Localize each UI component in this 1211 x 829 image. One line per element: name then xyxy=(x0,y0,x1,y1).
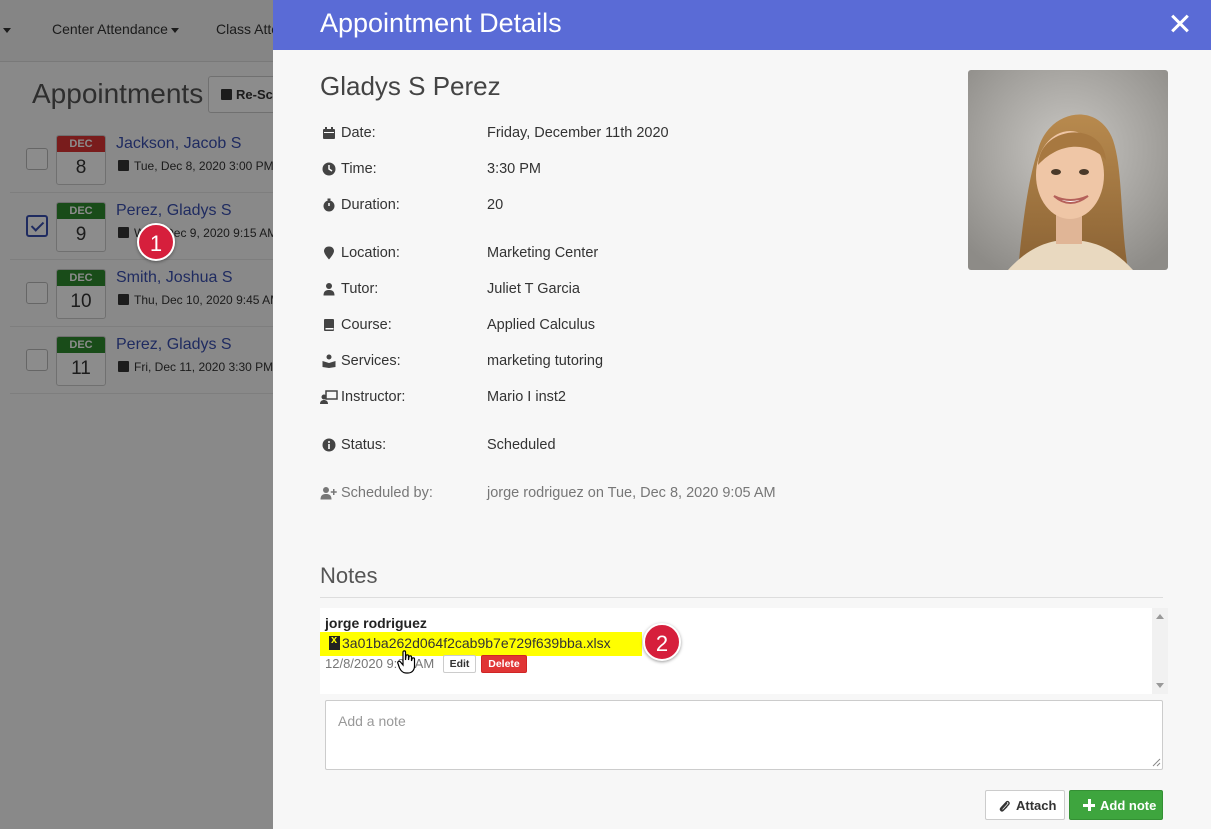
scroll-down-icon[interactable] xyxy=(1156,683,1164,688)
detail-instructor: Instructor: Mario I inst2 xyxy=(320,389,920,411)
attach-label: Attach xyxy=(1016,798,1057,813)
detail-label: Course: xyxy=(341,317,392,333)
detail-value: Juliet T Garcia xyxy=(487,281,580,297)
detail-value: marketing tutoring xyxy=(487,353,604,369)
detail-value: 3:30 PM xyxy=(487,161,541,177)
info-icon xyxy=(322,438,336,452)
student-photo xyxy=(968,70,1168,270)
detail-value: Applied Calculus xyxy=(487,317,596,333)
notes-heading: Notes xyxy=(320,563,378,588)
callout-badge-1: 1 xyxy=(137,223,175,261)
location-pin-icon xyxy=(324,246,334,260)
detail-value: Scheduled xyxy=(487,437,556,453)
add-note-input[interactable] xyxy=(325,700,1163,770)
calendar-icon xyxy=(323,127,335,139)
clock-icon xyxy=(322,162,336,176)
notes-list: jorge rodriguez 3a01ba262d064f2cab9b7e72… xyxy=(320,608,1168,694)
detail-label: Instructor: xyxy=(341,389,406,405)
student-name: Gladys S Perez xyxy=(320,71,501,101)
detail-date: Date: Friday, December 11th 2020 xyxy=(320,125,920,147)
services-icon xyxy=(322,354,336,368)
resize-grip-icon[interactable] xyxy=(1151,757,1161,767)
modal-title: Appointment Details xyxy=(320,8,562,38)
note-timestamp: 12/8/2020 9:05 AM xyxy=(325,656,435,671)
detail-duration: Duration: 20 xyxy=(320,197,920,219)
detail-value: Friday, December 11th 2020 xyxy=(487,125,669,141)
appointment-details-modal: Appointment Details Gladys S Perez Date:… xyxy=(273,0,1211,829)
close-icon[interactable] xyxy=(1165,9,1195,39)
callout-badge-2: 2 xyxy=(643,623,681,661)
scroll-up-icon[interactable] xyxy=(1156,614,1164,619)
detail-label: Location: xyxy=(341,245,400,261)
plus-icon xyxy=(1083,799,1095,811)
hand-cursor-icon xyxy=(397,650,416,674)
add-note-label: Add note xyxy=(1100,798,1157,813)
detail-label: Services: xyxy=(341,353,401,369)
attach-button[interactable]: Attach xyxy=(985,790,1065,820)
detail-location: Location: Marketing Center xyxy=(320,245,920,267)
detail-label: Time: xyxy=(341,161,377,177)
detail-value: jorge rodriguez on Tue, Dec 8, 2020 9:05… xyxy=(487,485,776,501)
detail-label: Duration: xyxy=(341,197,400,213)
note-attachment-link[interactable]: 3a01ba262d064f2cab9b7e729f639bba.xlsx xyxy=(320,632,642,656)
edit-note-button[interactable]: Edit xyxy=(443,655,476,673)
notes-scrollbar[interactable] xyxy=(1152,608,1168,694)
detail-value: Mario I inst2 xyxy=(487,389,566,405)
delete-note-button[interactable]: Delete xyxy=(481,655,527,673)
stopwatch-icon xyxy=(323,198,335,212)
detail-label: Status: xyxy=(341,437,387,453)
instructor-icon xyxy=(320,390,338,404)
detail-status: Status: Scheduled xyxy=(320,437,920,459)
paperclip-icon xyxy=(999,800,1010,812)
detail-tutor: Tutor: Juliet T Garcia xyxy=(320,281,920,303)
user-plus-icon xyxy=(320,487,337,500)
detail-label: Date: xyxy=(341,125,376,141)
tutor-icon xyxy=(323,283,335,296)
modal-header: Appointment Details xyxy=(273,0,1211,50)
add-note-button[interactable]: Add note xyxy=(1069,790,1163,820)
detail-value: 20 xyxy=(487,197,504,213)
detail-services: Services: marketing tutoring xyxy=(320,353,920,375)
detail-label: Tutor: xyxy=(341,281,379,297)
note-author: jorge rodriguez xyxy=(325,615,427,631)
book-icon xyxy=(324,319,334,331)
attachment-file-name[interactable]: 3a01ba262d064f2cab9b7e729f639bba.xlsx xyxy=(342,635,611,651)
notes-divider xyxy=(320,597,1163,598)
detail-label: Scheduled by: xyxy=(341,485,433,501)
excel-file-icon xyxy=(329,634,340,650)
detail-course: Course: Applied Calculus xyxy=(320,317,920,339)
detail-value: Marketing Center xyxy=(487,245,599,261)
detail-scheduled-by: Scheduled by: jorge rodriguez on Tue, De… xyxy=(320,485,920,507)
detail-time: Time: 3:30 PM xyxy=(320,161,920,183)
